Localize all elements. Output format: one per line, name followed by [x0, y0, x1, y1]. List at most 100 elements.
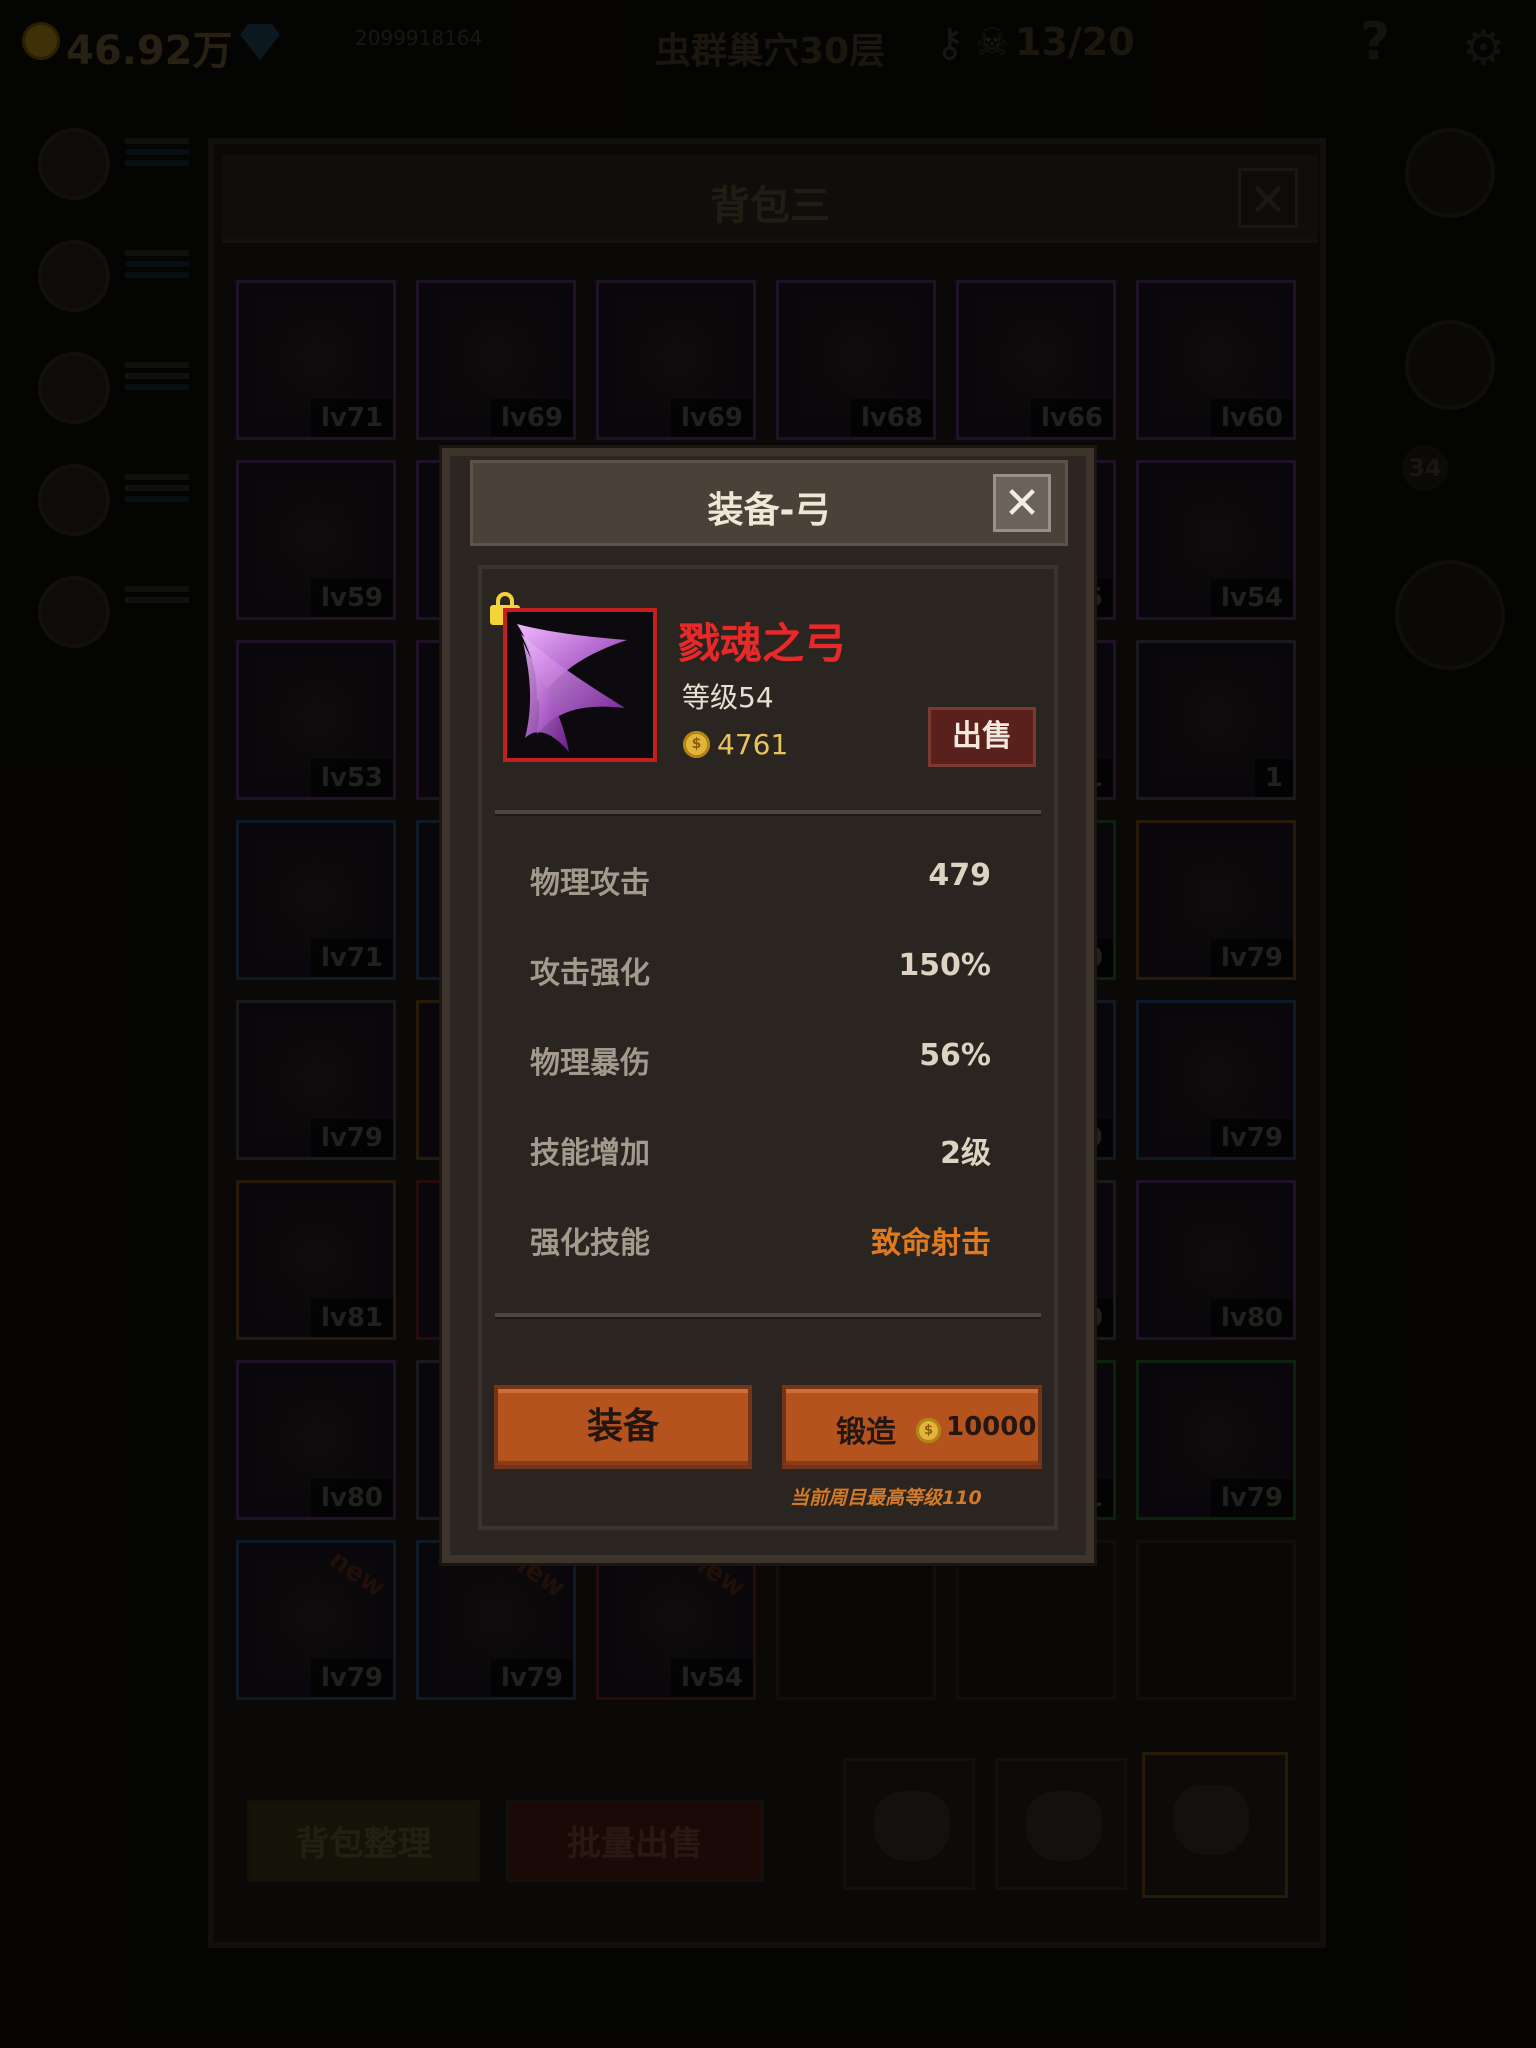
backpack-close-button[interactable]: ✕ — [1238, 168, 1298, 228]
item-price: 4761 — [717, 728, 789, 761]
item-level: 等级54 — [682, 681, 774, 714]
bag-tab-2[interactable] — [995, 1758, 1127, 1890]
gold-coin-icon: $ — [683, 731, 710, 758]
bulk-sell-button[interactable]: 批量出售 — [506, 1800, 764, 1882]
item-name: 戮魂之弓 — [678, 619, 847, 668]
empty-bag-slot[interactable] — [776, 1540, 936, 1700]
stat-label: 物理暴伤 — [530, 1046, 650, 1081]
hero-portrait[interactable] — [38, 464, 110, 536]
hero-portrait[interactable] — [38, 240, 110, 312]
hero-portrait[interactable] — [38, 352, 110, 424]
bag-item-slot[interactable]: lv53 — [236, 640, 396, 800]
settings-gear-icon[interactable]: ⚙ — [1462, 20, 1505, 76]
stat-value: 479 — [928, 858, 991, 893]
pet-level-badge: 34 — [1402, 445, 1448, 491]
item-level-label: lv69 — [490, 399, 573, 437]
skull-icon: ☠ — [975, 20, 1010, 64]
item-level-label: lv81 — [310, 1299, 393, 1337]
stat-label: 强化技能 — [530, 1226, 650, 1261]
divider — [495, 1313, 1041, 1319]
diamond-icon — [240, 24, 280, 60]
item-level-label: lv79 — [490, 1659, 573, 1697]
bag-item-slot[interactable]: lv79 — [1136, 1360, 1296, 1520]
bag-item-slot[interactable]: lv79 — [1136, 1000, 1296, 1160]
gold-coin-icon — [22, 22, 60, 60]
stat-label: 技能增加 — [530, 1136, 650, 1171]
item-level-label: lv71 — [310, 939, 393, 977]
hero-bars — [125, 138, 189, 171]
bag-item-slot[interactable]: lv71 — [236, 820, 396, 980]
stat-value: 150% — [898, 948, 991, 983]
enhanced-skill-value: 致命射击 — [871, 1226, 991, 1261]
top-status-bar: 46.92万 2099918164 虫群巢穴30层 ⚷ ☠ 13/20 ? ⚙ — [0, 0, 1536, 90]
pouch-icon — [1173, 1785, 1249, 1855]
keys-count: 13/20 — [1015, 20, 1135, 64]
equip-button[interactable]: 装备 — [494, 1385, 752, 1469]
bag-item-slot[interactable]: lv79 new — [416, 1540, 576, 1700]
equip-slot-icon[interactable] — [1405, 128, 1495, 218]
forge-cost: 10000 — [946, 1412, 1037, 1442]
item-level-label: lv59 — [310, 579, 393, 617]
modal-title: 装备-弓 — [707, 490, 831, 531]
item-level-label: 1 — [1254, 759, 1293, 797]
bag-item-slot[interactable]: lv80 — [236, 1360, 396, 1520]
bag-item-slot[interactable]: lv71 — [236, 280, 396, 440]
bag-item-slot[interactable]: lv80 — [1136, 1180, 1296, 1340]
bag-tab-3[interactable] — [1142, 1752, 1288, 1898]
bag-item-slot[interactable]: lv79 new — [236, 1540, 396, 1700]
hero-portrait[interactable] — [38, 576, 110, 648]
hero-bars — [125, 362, 189, 395]
bag-item-slot[interactable]: 1 — [1136, 640, 1296, 800]
gold-coin-icon: $ — [916, 1418, 941, 1443]
empty-bag-slot[interactable] — [956, 1540, 1116, 1700]
bag-item-slot[interactable]: lv60 — [1136, 280, 1296, 440]
bag-tab-1[interactable] — [843, 1758, 975, 1890]
bag-item-slot[interactable]: lv81 — [236, 1180, 396, 1340]
stat-value: 2级 — [940, 1136, 991, 1171]
item-level-label: lv79 — [310, 1659, 393, 1697]
tidy-bag-button[interactable]: 背包整理 — [247, 1800, 480, 1882]
item-level-label: lv69 — [670, 399, 753, 437]
bag-item-slot[interactable]: lv66 — [956, 280, 1116, 440]
key-icon: ⚷ — [935, 20, 965, 66]
bag-item-slot[interactable]: lv69 — [596, 280, 756, 440]
item-level-label: lv54 — [670, 1659, 753, 1697]
dungeon-floor: 虫群巢穴30层 — [655, 31, 886, 72]
bag-item-slot[interactable]: lv69 — [416, 280, 576, 440]
max-level-note: 当前周目最高等级110 — [790, 1487, 982, 1509]
modal-header: 装备-弓 — [470, 460, 1068, 546]
item-level-label: lv68 — [850, 399, 933, 437]
hero-bars — [125, 586, 189, 608]
item-level-label: lv79 — [1210, 1119, 1293, 1157]
item-level-label: lv71 — [310, 399, 393, 437]
bag-item-slot[interactable]: lv79 — [1136, 820, 1296, 980]
bag-item-slot[interactable]: lv79 — [236, 1000, 396, 1160]
empty-bag-slot[interactable] — [1136, 1540, 1296, 1700]
item-level-label: lv80 — [1210, 1299, 1293, 1337]
bag-item-slot[interactable]: lv54 — [1136, 460, 1296, 620]
pet-slot-icon[interactable] — [1405, 320, 1495, 410]
hero-bars — [125, 250, 189, 283]
forge-label: 锻造 — [836, 1415, 896, 1450]
stat-label: 物理攻击 — [530, 866, 650, 901]
pouch-icon — [1026, 1791, 1102, 1861]
item-level-label: lv79 — [310, 1119, 393, 1157]
backpack-title: 背包三 — [710, 183, 830, 229]
hero-portrait[interactable] — [38, 128, 110, 200]
help-button[interactable]: ? — [1360, 12, 1390, 72]
item-level-label: lv54 — [1210, 579, 1293, 617]
item-level-label: lv66 — [1030, 399, 1113, 437]
sell-button[interactable]: 出售 — [928, 707, 1036, 767]
forge-button[interactable]: 锻造 $ 10000 — [782, 1385, 1042, 1469]
item-level-label: lv79 — [1210, 939, 1293, 977]
stat-value: 56% — [919, 1038, 991, 1073]
item-icon-frame — [503, 608, 657, 762]
bag-item-slot[interactable]: lv68 — [776, 280, 936, 440]
modal-close-button[interactable]: ✕ — [993, 474, 1051, 532]
item-level-label: lv79 — [1210, 1479, 1293, 1517]
bag-item-slot[interactable]: lv54 new — [596, 1540, 756, 1700]
skill-slot-icon[interactable] — [1395, 560, 1505, 670]
item-level-label: lv80 — [310, 1479, 393, 1517]
bag-item-slot[interactable]: lv59 — [236, 460, 396, 620]
pouch-icon — [874, 1791, 950, 1861]
